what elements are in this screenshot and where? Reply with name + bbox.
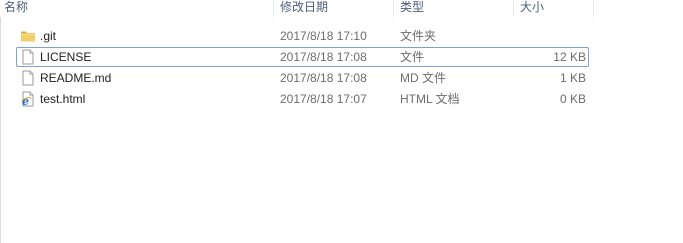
column-header-type[interactable]: 类型	[400, 0, 424, 17]
file-type: MD 文件	[400, 71, 446, 85]
svg-text:e: e	[22, 95, 29, 107]
file-name: LICENSE	[40, 50, 92, 64]
ie-document-icon: e	[20, 91, 36, 108]
file-size: 1 KB	[559, 71, 586, 85]
column-header-date[interactable]: 修改日期	[280, 0, 328, 17]
file-icon	[20, 70, 36, 86]
file-row-git[interactable]: .git 2017/8/18 17:10 文件夹	[16, 26, 589, 46]
column-divider[interactable]	[273, 0, 274, 17]
file-date: 2017/8/18 17:07	[280, 92, 367, 106]
file-name: .git	[40, 29, 57, 43]
column-divider[interactable]	[593, 0, 594, 17]
file-date: 2017/8/18 17:10	[280, 29, 367, 43]
file-date: 2017/8/18 17:08	[280, 50, 367, 64]
file-row-license[interactable]: LICENSE 2017/8/18 17:08 文件 12 KB	[16, 47, 589, 67]
file-row-readme[interactable]: README.md 2017/8/18 17:08 MD 文件 1 KB	[16, 68, 589, 88]
file-date: 2017/8/18 17:08	[280, 71, 367, 85]
pane-left-border	[0, 0, 1, 243]
column-header-size[interactable]: 大小	[520, 0, 544, 17]
file-type: 文件夹	[400, 29, 437, 43]
file-type: HTML 文档	[400, 92, 460, 106]
column-header-bar: 名称 修改日期 类型 大小	[0, 0, 683, 17]
file-row-test-html[interactable]: e test.html 2017/8/18 17:07 HTML 文档 0 KB	[16, 89, 589, 109]
folder-icon	[20, 28, 36, 44]
file-name: test.html	[40, 92, 86, 106]
file-name: README.md	[40, 71, 112, 85]
file-size: 0 KB	[559, 92, 586, 106]
column-header-name[interactable]: 名称	[4, 0, 28, 17]
column-divider[interactable]	[513, 0, 514, 17]
file-icon	[20, 49, 36, 65]
file-size	[516, 26, 586, 46]
file-type: 文件	[400, 50, 425, 64]
column-divider[interactable]	[393, 0, 394, 17]
file-size: 12 KB	[553, 50, 586, 64]
